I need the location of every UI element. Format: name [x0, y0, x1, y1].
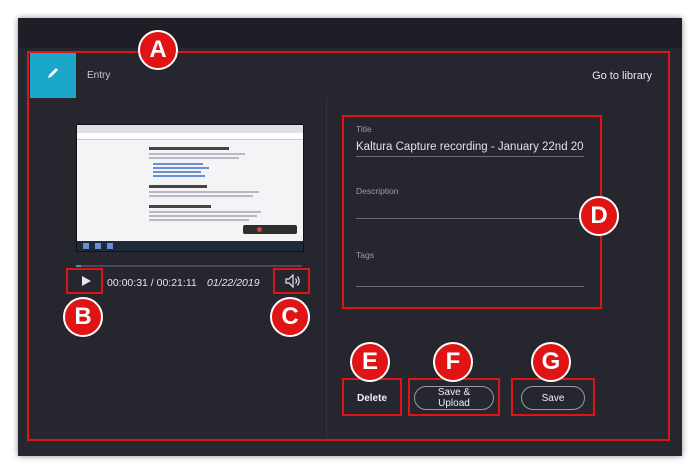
callout-f: F [433, 342, 473, 382]
callout-g: G [531, 342, 571, 382]
callout-d: D [579, 196, 619, 236]
callout-c: C [270, 297, 310, 337]
annotation-box-f [408, 378, 500, 416]
annotation-box-d [342, 115, 602, 309]
callout-e: E [350, 342, 390, 382]
annotation-box-b [66, 268, 103, 294]
annotation-box-c [273, 268, 310, 294]
annotation-box-g [511, 378, 595, 416]
top-bar [18, 18, 682, 48]
annotation-box-e [342, 378, 402, 416]
callout-a: A [138, 30, 178, 70]
callout-b: B [63, 297, 103, 337]
